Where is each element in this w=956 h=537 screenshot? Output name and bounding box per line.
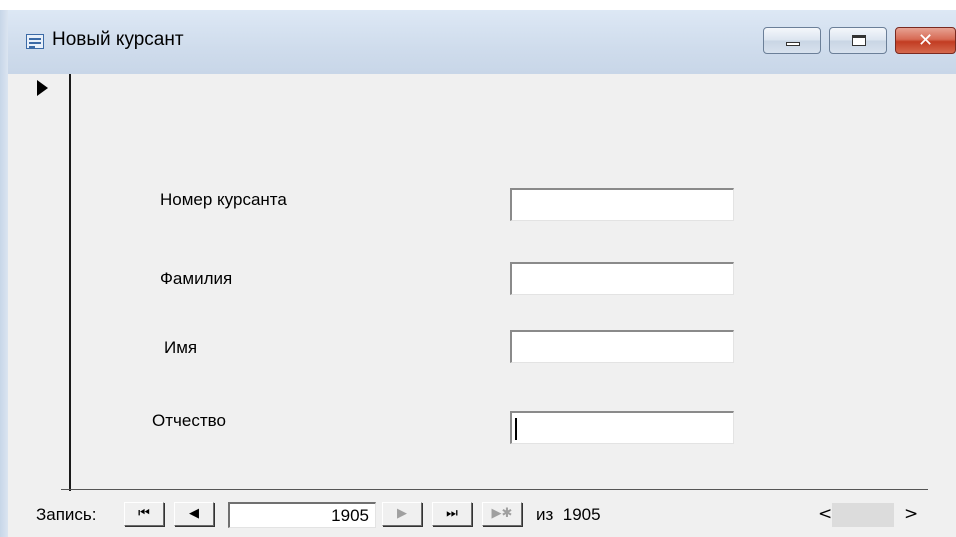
new-record-icon: ▶✱ xyxy=(491,506,513,521)
close-icon: ✕ xyxy=(917,30,934,51)
record-navigation-bar: Запись: ⏮ ◀ 1905 ▶ ⏭ ▶✱ из 1905 < > xyxy=(28,495,956,537)
maximize-icon xyxy=(852,35,866,46)
current-record-field[interactable]: 1905 xyxy=(228,502,376,528)
last-record-icon: ⏭ xyxy=(446,506,458,521)
new-record-button[interactable]: ▶✱ xyxy=(482,502,522,526)
window-frame-left xyxy=(0,10,8,537)
text-cursor xyxy=(515,418,517,440)
minimize-icon xyxy=(786,42,800,46)
next-record-button[interactable]: ▶ xyxy=(382,502,422,526)
first-record-button[interactable]: ⏮ xyxy=(124,502,164,526)
label-first-name: Имя xyxy=(164,338,198,357)
minimize-button[interactable] xyxy=(763,27,821,54)
previous-record-button[interactable]: ◀ xyxy=(174,502,214,526)
label-last-name: Фамилия xyxy=(160,269,233,288)
close-button[interactable]: ✕ xyxy=(895,27,956,54)
form-bottom-border xyxy=(61,489,928,490)
record-label: Запись: xyxy=(36,505,97,524)
window-title: Новый курсант xyxy=(52,29,184,50)
record-count: из 1905 xyxy=(536,505,601,524)
next-record-icon: ▶ xyxy=(397,506,407,521)
label-student-number: Номер курсанта xyxy=(160,190,287,209)
first-record-icon: ⏮ xyxy=(138,506,150,521)
scroll-right-arrow-icon[interactable]: > xyxy=(904,504,918,524)
previous-record-icon: ◀ xyxy=(189,506,199,521)
form-body: Номер курсанта Фамилия Имя Отчество xyxy=(8,74,956,491)
last-name-input[interactable] xyxy=(510,262,734,295)
label-patronymic: Отчество xyxy=(152,411,226,430)
maximize-button[interactable] xyxy=(829,27,887,54)
record-selector-arrow-icon xyxy=(37,80,48,96)
student-number-input[interactable] xyxy=(510,188,734,221)
title-bar[interactable]: Новый курсант ✕ xyxy=(8,10,956,74)
scroll-left-arrow-icon[interactable]: < xyxy=(818,504,832,524)
form-icon xyxy=(26,34,44,49)
record-selector[interactable] xyxy=(25,74,71,491)
horizontal-scrollbar-thumb[interactable] xyxy=(832,503,894,527)
patronymic-input[interactable] xyxy=(510,411,734,444)
last-record-button[interactable]: ⏭ xyxy=(432,502,472,526)
first-name-input[interactable] xyxy=(510,330,734,363)
